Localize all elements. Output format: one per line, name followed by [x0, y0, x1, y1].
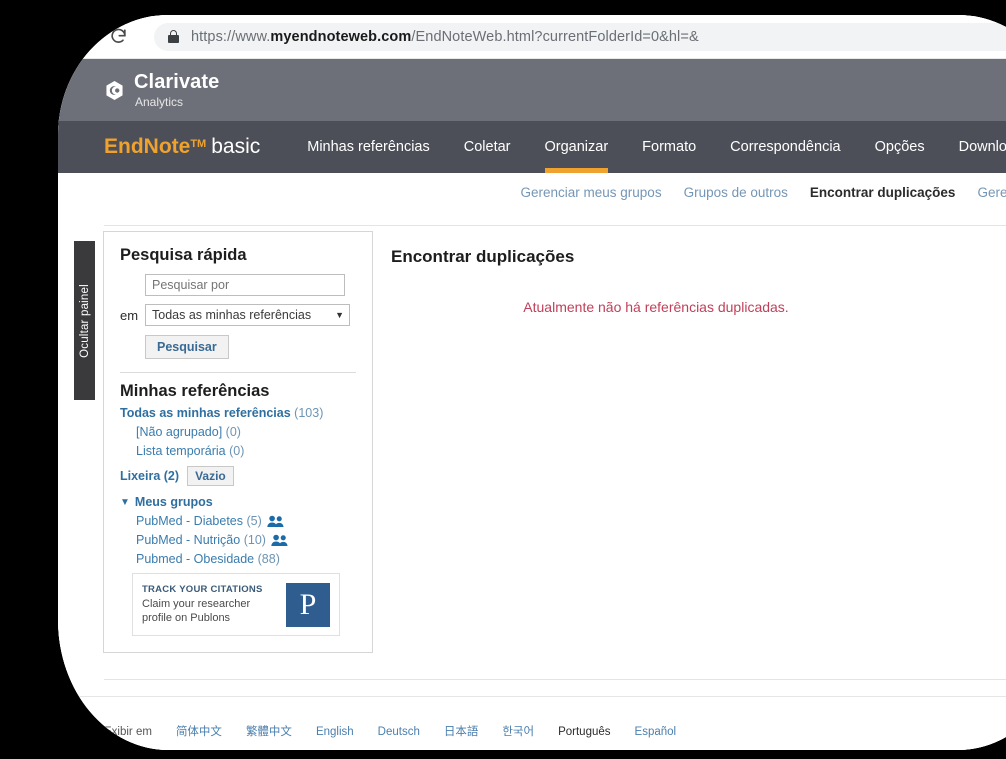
lang-zh-hans[interactable]: 简体中文	[176, 723, 222, 739]
all-references-label: Todas as minhas referências	[120, 406, 291, 420]
lang-portugues[interactable]: Português	[558, 726, 610, 738]
nav-label: Coletar	[463, 139, 511, 155]
endnote-logo[interactable]: EndNote TM basic	[104, 135, 260, 159]
url-text: https://www.myendnoteweb.com/EndNoteWeb.…	[191, 29, 699, 45]
lock-icon	[168, 30, 179, 43]
lang-deutsch[interactable]: Deutsch	[378, 726, 420, 738]
reload-icon[interactable]	[108, 27, 128, 47]
sidebar-group-pubmed-obesidade[interactable]: Pubmed - Obesidade (88)	[136, 552, 356, 566]
my-references-heading: Minhas referências	[120, 382, 270, 400]
search-scope-label: em	[120, 307, 139, 323]
panel-divider	[120, 372, 356, 373]
people-icon	[267, 515, 284, 528]
page-title: Encontrar duplicações	[391, 247, 575, 266]
unfiled-label: [Não agrupado]	[136, 425, 223, 439]
page-footer: Exibir em 简体中文 繁體中文 English Deutsch 日本語 …	[58, 696, 1006, 750]
nav-item-formato[interactable]: Formato	[625, 121, 713, 173]
sub-nav: Gerenciar meus grupos Grupos de outros E…	[58, 173, 1006, 211]
lang-zh-hant[interactable]: 繁體中文	[246, 723, 292, 739]
subnav-item-encontrar-duplicacoes[interactable]: Encontrar duplicações	[810, 185, 956, 200]
no-duplicates-message: Atualmente não há referências duplicadas…	[523, 299, 789, 315]
group-count: (88)	[257, 552, 280, 566]
triangle-down-icon: ▼	[120, 496, 130, 508]
promo-line1: Claim your researcher	[142, 597, 251, 610]
url-prefix: https://www.	[191, 28, 271, 45]
group-count: (5)	[246, 514, 262, 528]
nav-label: Opções	[874, 139, 925, 155]
sidebar-item-temporary-list[interactable]: Lista temporária (0)	[136, 444, 356, 458]
all-references-count: (103)	[294, 406, 324, 420]
search-scope-select[interactable]: Todas as minhas referências ▼	[145, 304, 350, 326]
clarivate-header: Clarivate Analytics	[58, 59, 1006, 121]
publons-logo-icon: P	[286, 582, 330, 627]
promo-title: TRACK YOUR CITATIONS	[142, 583, 263, 595]
nav-label: Organizar	[544, 139, 609, 155]
nav-label: Correspondência	[730, 139, 841, 155]
clarivate-logo-icon	[104, 80, 125, 101]
left-panel: Pesquisa rápida em Todas as minhas refer…	[103, 231, 373, 653]
promo-line2: profile on Publons	[142, 612, 231, 624]
people-icon	[271, 534, 288, 547]
logo-endnote-text: EndNote	[104, 135, 191, 158]
search-scope-value: Todas as minhas referências	[152, 308, 312, 322]
nav-item-downloads[interactable]: Downloads	[942, 121, 1006, 173]
hide-panel-label: Ocultar painel	[78, 283, 91, 358]
publons-logo-letter: P	[299, 587, 317, 621]
language-switcher-label: Exibir em	[104, 726, 152, 738]
group-count: (10)	[243, 533, 266, 547]
main-nav: EndNote TM basic Minhas referências Coleta…	[58, 121, 1006, 173]
empty-trash-button[interactable]: Vazio	[187, 466, 234, 486]
group-label: Pubmed - Obesidade	[136, 552, 255, 566]
browser-window: https://www.myendnoteweb.com/EndNoteWeb.…	[58, 15, 1006, 750]
publons-promo[interactable]: TRACK YOUR CITATIONS Claim your research…	[132, 573, 340, 636]
temporary-list-count: (0)	[229, 444, 245, 458]
lang-espanol[interactable]: Español	[635, 726, 677, 738]
hide-panel-toggle[interactable]: Ocultar painel	[74, 241, 95, 400]
url-path: /EndNoteWeb.html?currentFolderId=0&hl=&	[411, 28, 699, 45]
search-button[interactable]: Pesquisar	[145, 335, 229, 359]
language-switcher: Exibir em 简体中文 繁體中文 English Deutsch 日本語 …	[104, 723, 700, 739]
group-label: PubMed - Diabetes	[136, 514, 244, 528]
lang-korean[interactable]: 한국어	[502, 723, 534, 739]
url-input[interactable]: https://www.myendnoteweb.com/EndNoteWeb.…	[154, 22, 1006, 51]
nav-item-correspondencia[interactable]: Correspondência	[713, 121, 857, 173]
sidebar-group-pubmed-nutricao[interactable]: PubMed - Nutrição (10)	[136, 533, 356, 547]
nav-label: Formato	[642, 139, 697, 155]
temporary-list-label: Lista temporária	[136, 444, 226, 458]
url-domain: myendnoteweb.com	[270, 28, 412, 45]
subnav-item-grupos-de-outros[interactable]: Grupos de outros	[684, 185, 788, 200]
lang-english[interactable]: English	[316, 726, 354, 738]
sidebar-item-unfiled[interactable]: [Não agrupado] (0)	[136, 425, 356, 439]
subnav-item-gerenciar-anexos[interactable]: Gerenciar anexos	[977, 185, 1006, 200]
screenshot-stage: https://www.myendnoteweb.com/EndNoteWeb.…	[0, 0, 1006, 759]
browser-url-bar: https://www.myendnoteweb.com/EndNoteWeb.…	[58, 15, 1006, 59]
subnav-item-gerenciar-meus-grupos[interactable]: Gerenciar meus grupos	[521, 185, 662, 200]
trash-row: Lixeira (2) Vazio	[120, 466, 356, 486]
logo-basic-text: basic	[211, 135, 261, 158]
nav-item-organizar[interactable]: Organizar	[528, 121, 626, 173]
chevron-down-icon: ▼	[335, 310, 344, 320]
unfiled-count: (0)	[225, 425, 241, 439]
my-groups-label: Meus grupos	[134, 495, 213, 509]
nav-item-opcoes[interactable]: Opções	[858, 121, 942, 173]
clarivate-brand[interactable]: Clarivate Analytics	[104, 72, 219, 108]
page-root: https://www.myendnoteweb.com/EndNoteWeb.…	[58, 15, 1006, 750]
logo-tm-mark: TM	[190, 138, 207, 150]
quick-search-heading: Pesquisa rápida	[120, 246, 247, 264]
search-input[interactable]	[145, 274, 345, 296]
main-content: Encontrar duplicações Atualmente não há …	[391, 247, 1006, 315]
sidebar-group-pubmed-diabetes[interactable]: PubMed - Diabetes (5)	[136, 514, 356, 528]
nav-item-coletar[interactable]: Coletar	[447, 121, 528, 173]
group-label: PubMed - Nutrição	[136, 533, 241, 547]
lang-japanese[interactable]: 日本語	[444, 723, 479, 739]
nav-label: Downloads	[958, 139, 1006, 155]
sidebar-item-all-references[interactable]: Todas as minhas referências (103)	[120, 406, 356, 420]
sidebar-item-trash[interactable]: Lixeira (2)	[120, 469, 179, 483]
my-groups-toggle[interactable]: ▼ Meus grupos	[120, 495, 356, 509]
clarivate-sub: Analytics	[135, 95, 184, 109]
clarivate-name: Clarivate	[134, 71, 220, 93]
nav-item-minhas-referencias[interactable]: Minhas referências	[290, 121, 447, 173]
nav-label: Minhas referências	[307, 139, 430, 155]
